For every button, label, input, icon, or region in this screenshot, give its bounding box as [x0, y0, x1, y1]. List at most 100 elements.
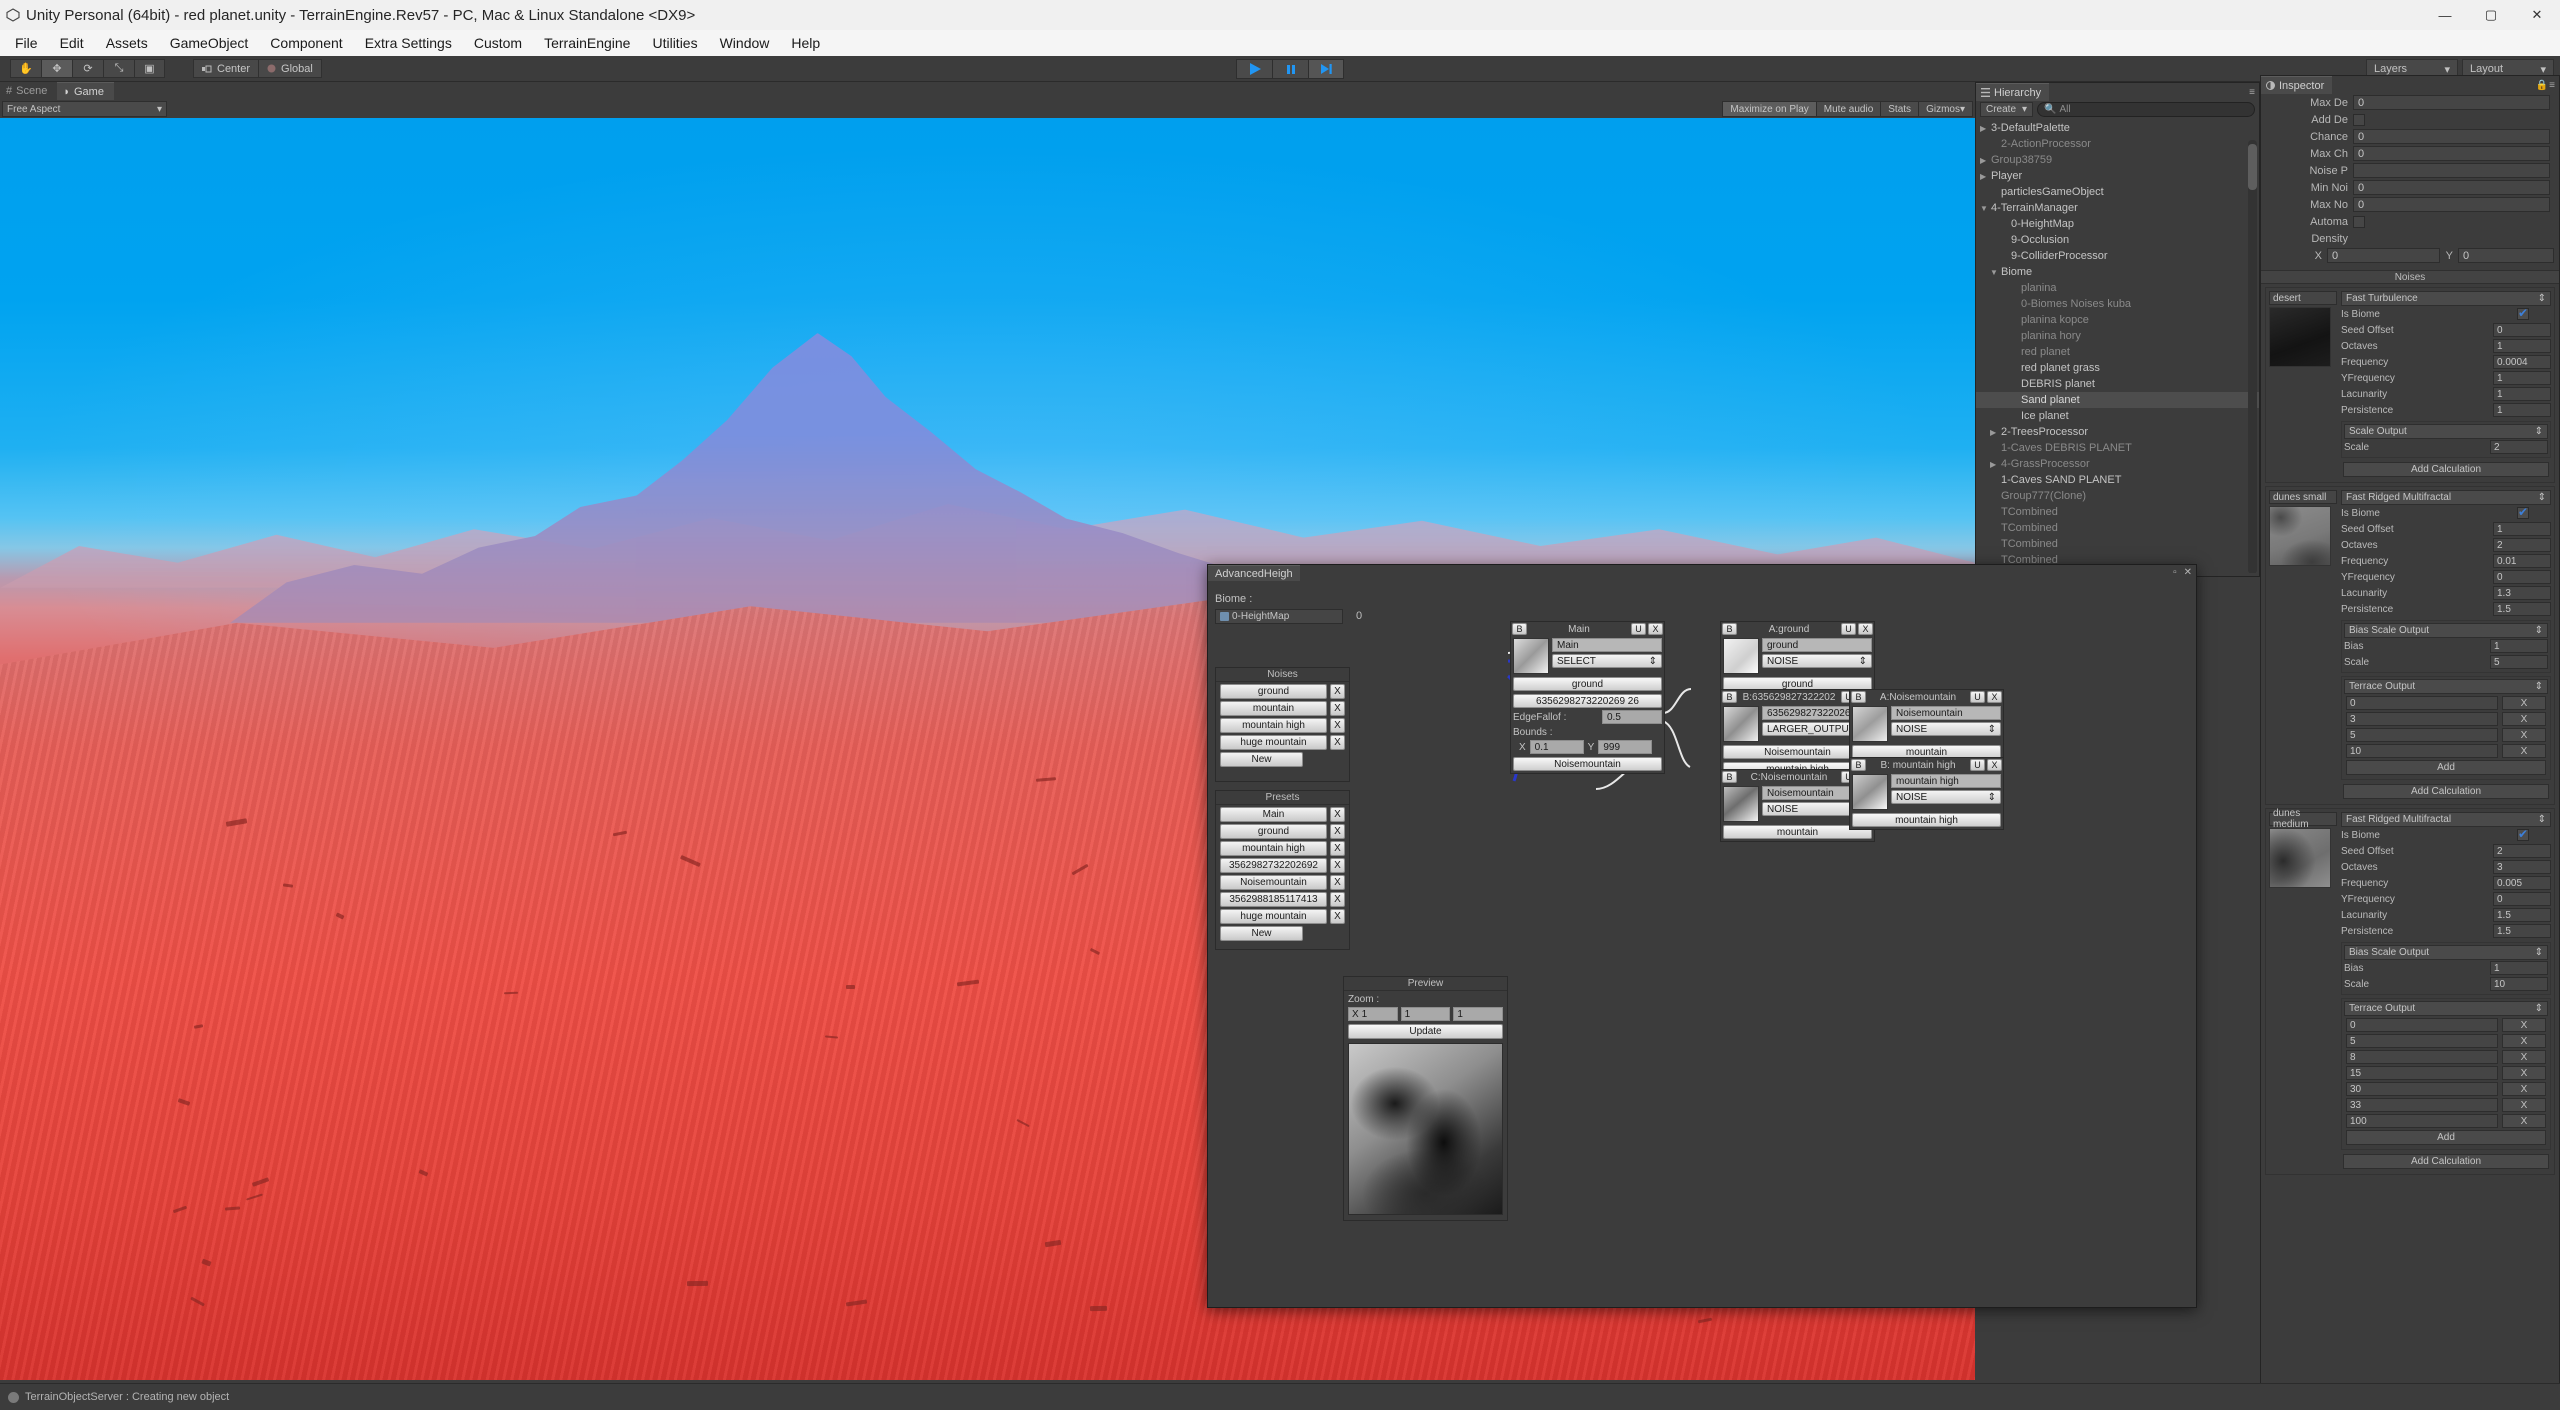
node-input-button[interactable]: ground	[1513, 677, 1662, 691]
advanced-close-button[interactable]: ✕	[2184, 567, 2192, 578]
calculation-type-dropdown[interactable]: Bias Scale Output ⇕	[2344, 623, 2548, 638]
add-calculation-button[interactable]: Add Calculation	[2343, 1154, 2549, 1169]
node-bounds-y-value[interactable]: 999	[1598, 740, 1653, 754]
density-x-field[interactable]: 0	[2327, 248, 2440, 263]
tab-advancedheight[interactable]: AdvancedHeigh	[1208, 565, 1300, 581]
hierarchy-scrollbar[interactable]	[2248, 140, 2257, 573]
preset-list-item-remove-button[interactable]: X	[1330, 824, 1345, 839]
noise-prop-value[interactable]: 1.5	[2493, 924, 2551, 938]
terrace-remove-button[interactable]: X	[2502, 1018, 2546, 1032]
node-name-field[interactable]: Noisemountain	[1891, 706, 2001, 720]
terrace-remove-button[interactable]: X	[2502, 712, 2546, 726]
preset-list-item-button[interactable]: Noisemountain	[1220, 875, 1327, 890]
gameview-mute-audio-button[interactable]: Mute audio	[1815, 101, 1881, 117]
calculation-type-dropdown[interactable]: Scale Output ⇕	[2344, 424, 2548, 439]
menu-item-window[interactable]: Window	[709, 32, 781, 54]
sidebar-item-biome[interactable]: ▼ Biome	[1976, 264, 2259, 280]
noise-prop-value[interactable]: 2	[2493, 844, 2551, 858]
inspector-checkbox[interactable]	[2353, 113, 2365, 126]
noise-type-dropdown[interactable]: Fast Ridged Multifractal ⇕	[2341, 812, 2551, 827]
sidebar-item-tcombined[interactable]: TCombined	[1976, 536, 2259, 552]
tab-scene[interactable]: # Scene	[0, 82, 58, 100]
inspector-field-value[interactable]: 0	[2353, 197, 2550, 212]
noise-prop-checkbox[interactable]	[2517, 827, 2529, 841]
inspector-field-value[interactable]: 0	[2353, 95, 2550, 110]
handle-space-button[interactable]: Global	[259, 59, 322, 78]
menu-item-assets[interactable]: Assets	[95, 32, 159, 54]
move-tool[interactable]: ✥	[41, 59, 72, 78]
node-mode-dropdown[interactable]: NOISE ⇕	[1891, 790, 2001, 804]
noise-prop-value[interactable]: 0.0004	[2493, 355, 2551, 369]
hierarchy-scrollbar-thumb[interactable]	[2248, 144, 2257, 190]
node-b-button[interactable]: B	[1722, 771, 1737, 783]
noise-list-item-remove-button[interactable]: X	[1330, 701, 1345, 716]
sidebar-item-tcombined[interactable]: TCombined	[1976, 520, 2259, 536]
menu-item-help[interactable]: Help	[780, 32, 831, 54]
rect-tool[interactable]: ▣	[134, 59, 165, 78]
minimize-button[interactable]: —	[2422, 0, 2468, 30]
preset-list-item-remove-button[interactable]: X	[1330, 841, 1345, 856]
noise-list-item-remove-button[interactable]: X	[1330, 718, 1345, 733]
node-mode-dropdown[interactable]: NOISE ⇕	[1762, 654, 1872, 668]
sidebar-item-group38759[interactable]: ▶ Group38759	[1976, 152, 2259, 168]
sidebar-item-group777-clone-[interactable]: Group777(Clone)	[1976, 488, 2259, 504]
panel-menu-icon[interactable]: ≡	[2249, 87, 2255, 98]
noise-list-item-button[interactable]: ground	[1220, 684, 1327, 699]
sidebar-item-debris-planet[interactable]: DEBRIS planet	[1976, 376, 2259, 392]
hierarchy-search-input[interactable]: 🔍 All	[2037, 102, 2255, 117]
update-button[interactable]: Update	[1348, 1024, 1503, 1039]
density-y-field[interactable]: 0	[2458, 248, 2554, 263]
rotate-tool[interactable]: ⟳	[72, 59, 103, 78]
calculation-row-value[interactable]: 1	[2490, 639, 2548, 653]
sidebar-item-planina-hory[interactable]: planina hory	[1976, 328, 2259, 344]
sidebar-item-3-defaultpalette[interactable]: ▶ 3-DefaultPalette	[1976, 120, 2259, 136]
aspect-dropdown[interactable]: Free Aspect ▾	[2, 101, 167, 117]
preset-list-item-button[interactable]: 3562988185117413	[1220, 892, 1327, 907]
preset-list-item-button[interactable]: 3562982732202692	[1220, 858, 1327, 873]
hierarchy-tree[interactable]: ▶ 3-DefaultPalette 2-ActionProcessor ▶ Group…	[1976, 118, 2259, 573]
step-button[interactable]	[1308, 59, 1344, 79]
zoom-field[interactable]: 1	[1400, 1007, 1451, 1021]
hand-tool[interactable]: ✋	[10, 59, 41, 78]
node-bounds-x-value[interactable]: 0.1	[1529, 740, 1584, 754]
node-b-button[interactable]: B	[1722, 623, 1737, 635]
noise-prop-value[interactable]: 0	[2493, 570, 2551, 584]
sidebar-item-4-terrainmanager[interactable]: ▼ 4-TerrainManager	[1976, 200, 2259, 216]
node-name-field[interactable]: mountain high	[1891, 774, 2001, 788]
tab-hierarchy[interactable]: Hierarchy	[1976, 83, 2050, 101]
terrace-remove-button[interactable]: X	[2502, 1050, 2546, 1064]
sidebar-item-ice-planet[interactable]: Ice planet	[1976, 408, 2259, 424]
terrace-remove-button[interactable]: X	[2502, 728, 2546, 742]
node-mode-dropdown[interactable]: NOISE ⇕	[1891, 722, 2001, 736]
pause-button[interactable]	[1272, 59, 1308, 79]
disclosure-arrow[interactable]: ▼	[1990, 268, 2001, 277]
zoom-field[interactable]: X1	[1348, 1007, 1398, 1021]
node-edgefalloff-value[interactable]: 0.5	[1602, 710, 1662, 724]
preset-list-item-new-button[interactable]: New	[1220, 926, 1303, 941]
terrace-value[interactable]: 33	[2346, 1098, 2498, 1112]
inspector-field-value[interactable]: 0	[2353, 146, 2550, 161]
inspector-field-value[interactable]: 0	[2353, 129, 2550, 144]
sidebar-item-planina[interactable]: planina	[1976, 280, 2259, 296]
noise-prop-value[interactable]: 1.5	[2493, 908, 2551, 922]
noise-prop-value[interactable]: 1	[2493, 371, 2551, 385]
noise-type-dropdown[interactable]: Fast Ridged Multifractal ⇕	[2341, 490, 2551, 505]
sidebar-item-0-biomes-noises-kuba[interactable]: 0-Biomes Noises kuba	[1976, 296, 2259, 312]
calculation-row-value[interactable]: 1	[2490, 961, 2548, 975]
noise-type-dropdown[interactable]: Fast Turbulence ⇕	[2341, 291, 2551, 306]
terrace-add-button[interactable]: Add	[2346, 760, 2546, 775]
noise-name-field[interactable]: desert	[2269, 291, 2337, 305]
scale-tool[interactable]: ⤡	[103, 59, 134, 78]
disclosure-arrow[interactable]: ▼	[1980, 204, 1991, 213]
noise-prop-value[interactable]: 2	[2493, 538, 2551, 552]
calculation-row-value[interactable]: 5	[2490, 655, 2548, 669]
terrace-remove-button[interactable]: X	[2502, 696, 2546, 710]
noise-prop-value[interactable]: 0.005	[2493, 876, 2551, 890]
terrace-value[interactable]: 0	[2346, 1018, 2498, 1032]
node-name-field[interactable]: Main	[1552, 638, 1662, 652]
calculation-row-value[interactable]: 2	[2490, 440, 2548, 454]
disclosure-arrow[interactable]: ▶	[1980, 156, 1991, 165]
noise-prop-value[interactable]: 1	[2493, 387, 2551, 401]
maximize-button[interactable]: ▢	[2468, 0, 2514, 30]
terrace-add-button[interactable]: Add	[2346, 1130, 2546, 1145]
